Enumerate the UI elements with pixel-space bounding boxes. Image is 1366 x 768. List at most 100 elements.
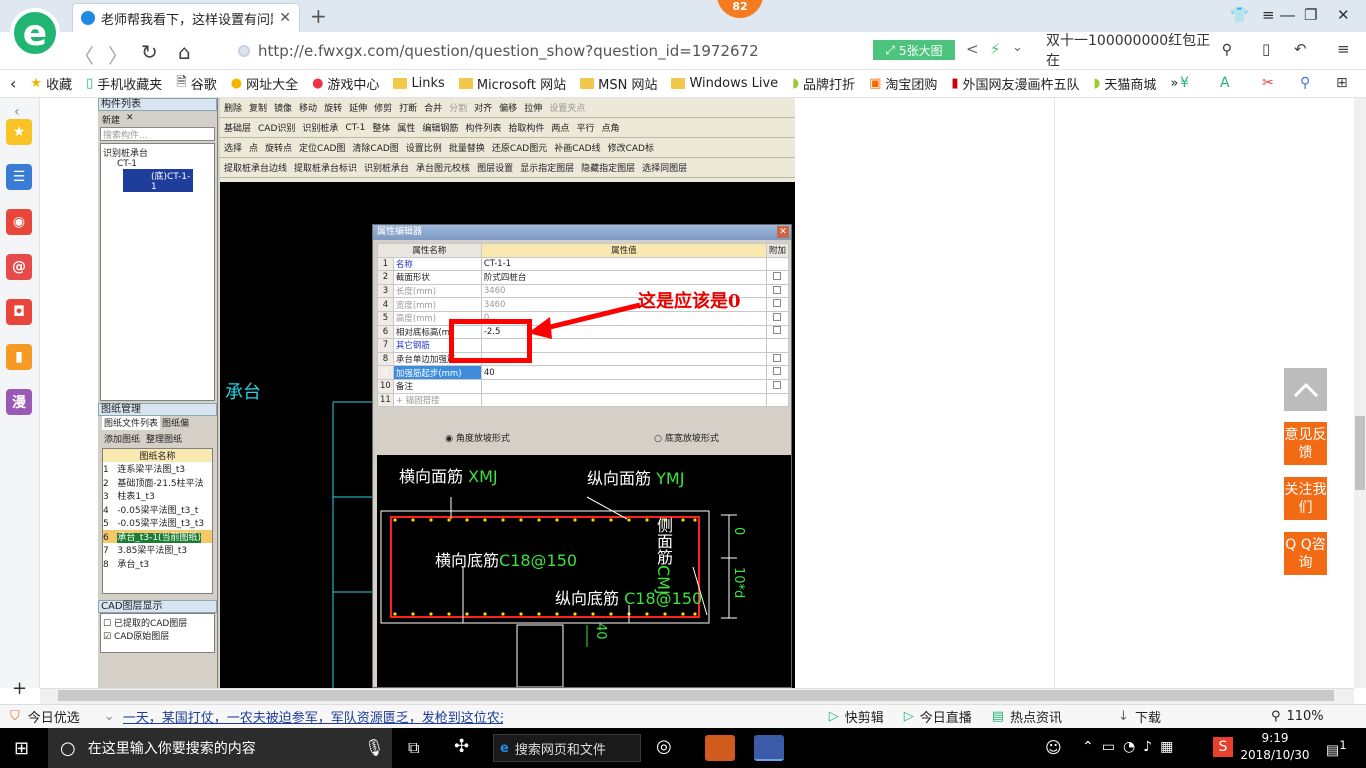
tool-button[interactable]: 合并	[424, 101, 442, 114]
status-item[interactable]: 今日直播	[920, 707, 972, 726]
property-row[interactable]: 1 名称 CT-1-1	[377, 256, 790, 272]
bookmark-item[interactable]: ▣ 淘宝团购	[869, 74, 937, 93]
tab-drawing-other[interactable]: 图纸偏	[162, 416, 189, 430]
table-row[interactable]: 2 基础顶面-21.5柱平法	[103, 476, 212, 490]
sogou-input-icon[interactable]: S	[1213, 737, 1233, 757]
email-icon[interactable]: @	[6, 254, 32, 280]
sidebar-collapse-icon[interactable]: ‹	[14, 104, 20, 120]
tool-button[interactable]: 图层设置	[477, 161, 513, 174]
tab-drawing-list[interactable]: 图纸文件列表	[102, 416, 161, 430]
tool-button[interactable]: 提取桩承台标识	[294, 161, 357, 174]
tool-button[interactable]: 设置夹点	[549, 101, 585, 114]
tool-button[interactable]: 显示指定图层	[520, 161, 574, 174]
horizontal-scrollbar-thumb[interactable]	[58, 690, 1334, 701]
tool-button[interactable]: 属性	[397, 121, 415, 134]
tool-button[interactable]: 还原CAD图元	[492, 141, 547, 154]
row-checkbox[interactable]	[773, 353, 782, 362]
tool-button[interactable]: 拉伸	[524, 101, 542, 114]
row-checkbox[interactable]	[773, 299, 782, 308]
bookmark-item[interactable]: ▮ 外国网友漫画杵五队	[951, 74, 1079, 93]
tool-button[interactable]: 承台图元校核	[416, 161, 470, 174]
tree-node-selected[interactable]: (底)CT-1-1	[123, 169, 193, 192]
yen-icon[interactable]: ¥	[1180, 75, 1189, 91]
bookmarks-more-icon[interactable]: »	[1170, 76, 1178, 91]
weibo-icon[interactable]: ◉	[6, 209, 32, 235]
table-row[interactable]: 7 3.85梁平法图_t3	[103, 543, 212, 557]
tool-button[interactable]: 平行	[576, 121, 594, 134]
row-checkbox[interactable]	[773, 326, 782, 335]
game-icon[interactable]: ◘	[6, 299, 32, 325]
add-sidebar-icon[interactable]: +	[12, 678, 27, 699]
status-item[interactable]: 下载	[1135, 707, 1161, 726]
microphone-icon[interactable]: 🎙	[364, 738, 384, 757]
layer-item[interactable]: ☑ CAD原始图层	[103, 629, 212, 642]
minimize-button[interactable]: ―	[1280, 6, 1295, 24]
bookmark-item[interactable]: Windows Live	[671, 76, 778, 91]
follow-us-button[interactable]: 关注我们	[1284, 477, 1327, 520]
bookmark-item[interactable]: ● 游戏中心	[312, 74, 379, 93]
tool-button[interactable]: 打断	[399, 101, 417, 114]
tool-button[interactable]: 修剪	[374, 101, 392, 114]
table-row[interactable]: 8 承台_t3	[103, 557, 212, 571]
undo-icon[interactable]: ↶	[1294, 40, 1307, 58]
row-checkbox[interactable]	[773, 367, 782, 376]
table-row[interactable]: 1 连系梁平法图_t3	[103, 462, 212, 476]
bookmark-item[interactable]: ● 网址大全	[231, 74, 298, 93]
tool-button[interactable]: 构件列表	[465, 121, 501, 134]
row-checkbox[interactable]	[773, 285, 782, 294]
tray-icons[interactable]: ⌃▭◔♪▦	[1082, 739, 1181, 755]
tool-button[interactable]: 定位CAD图	[299, 141, 345, 154]
large-images-button[interactable]: ⤢ 5张大图	[873, 40, 955, 60]
tool-button[interactable]: 清除CAD图	[352, 141, 398, 154]
browser-logo-icon[interactable]: e	[10, 8, 60, 58]
tool-button[interactable]: 点	[249, 141, 258, 154]
qq-consult-button[interactable]: Q Q咨询	[1284, 532, 1327, 575]
tool-button[interactable]: 复制	[249, 101, 267, 114]
windows-start-icon[interactable]: ⊞	[14, 738, 29, 759]
table-row[interactable]: 3 柱表1_t3	[103, 489, 212, 503]
new-tab-button[interactable]: +	[310, 4, 327, 28]
tool-button[interactable]: 镜像	[274, 101, 292, 114]
organize-drawing-button[interactable]: 整理图纸	[146, 432, 182, 445]
news-ticker[interactable]: 一天，某国打仗，一农夫被迫参军，军队资源匮乏，发枪到这位农夫...	[123, 707, 503, 726]
clock[interactable]: 9:19 2018/10/30	[1240, 730, 1310, 764]
table-row[interactable]: 4 -0.05梁平法图_t3_t	[103, 503, 212, 517]
cad-identify-select[interactable]: CAD识别	[258, 121, 295, 134]
tool-button[interactable]: 拾取构件	[508, 121, 544, 134]
row-checkbox[interactable]	[773, 312, 782, 321]
bookmark-item[interactable]: 🗎 谷歌	[176, 73, 216, 95]
browser-search-box[interactable]: e 搜索网页和文件	[493, 734, 641, 762]
people-icon[interactable]: ☺	[1045, 738, 1062, 757]
tool-button[interactable]: 设置比例	[406, 141, 442, 154]
property-row[interactable]: 11 + 锚固搭接	[377, 392, 790, 408]
status-item[interactable]: 快剪辑	[845, 707, 884, 726]
tool-button[interactable]: 补画CAD线	[554, 141, 600, 154]
accelerate-icon[interactable]: ⚡	[990, 40, 1001, 58]
tool-button[interactable]: 对齐	[474, 101, 492, 114]
dropdown-icon[interactable]: ⌄	[1012, 40, 1023, 55]
pdf-app-icon[interactable]	[705, 735, 735, 761]
tool-button[interactable]: 编辑钢筋	[422, 121, 458, 134]
dialog-close-icon[interactable]: ✕	[777, 226, 789, 238]
radio-bottom-slope[interactable]: ○ 底宽放坡形式	[654, 431, 719, 444]
tool-button[interactable]: 识别桩承台	[364, 161, 409, 174]
bookmarks-collapse-icon[interactable]: ‹	[10, 74, 16, 93]
scope-select[interactable]: 整体	[372, 121, 390, 134]
property-row[interactable]: 10 备注	[377, 378, 790, 394]
tool-button[interactable]: 选择	[224, 141, 242, 154]
close-button[interactable]: ✕	[1337, 6, 1350, 24]
site-info-icon[interactable]	[238, 45, 250, 57]
menu-icon[interactable]: ≡	[1262, 6, 1275, 24]
tool-button[interactable]: 修改CAD标	[608, 141, 654, 154]
feedback-button[interactable]: 意见反馈	[1284, 422, 1327, 465]
add-drawing-button[interactable]: 添加图纸	[104, 432, 140, 445]
property-row[interactable]: 2 截面形状 阶式四桩台	[377, 270, 790, 285]
new-button[interactable]: 新建	[102, 113, 120, 126]
zoom-level[interactable]: 110%	[1286, 709, 1323, 724]
tool-button[interactable]: 隐藏指定图层	[581, 161, 635, 174]
search-icon[interactable]: ⚲	[1222, 42, 1232, 58]
translate-icon[interactable]: A	[1220, 75, 1230, 91]
tree-node[interactable]: 识别桩承台	[103, 146, 212, 159]
radio-angle-slope[interactable]: ◉ 角度放坡形式	[445, 431, 510, 444]
mobile-icon[interactable]: ▯	[1262, 40, 1270, 58]
